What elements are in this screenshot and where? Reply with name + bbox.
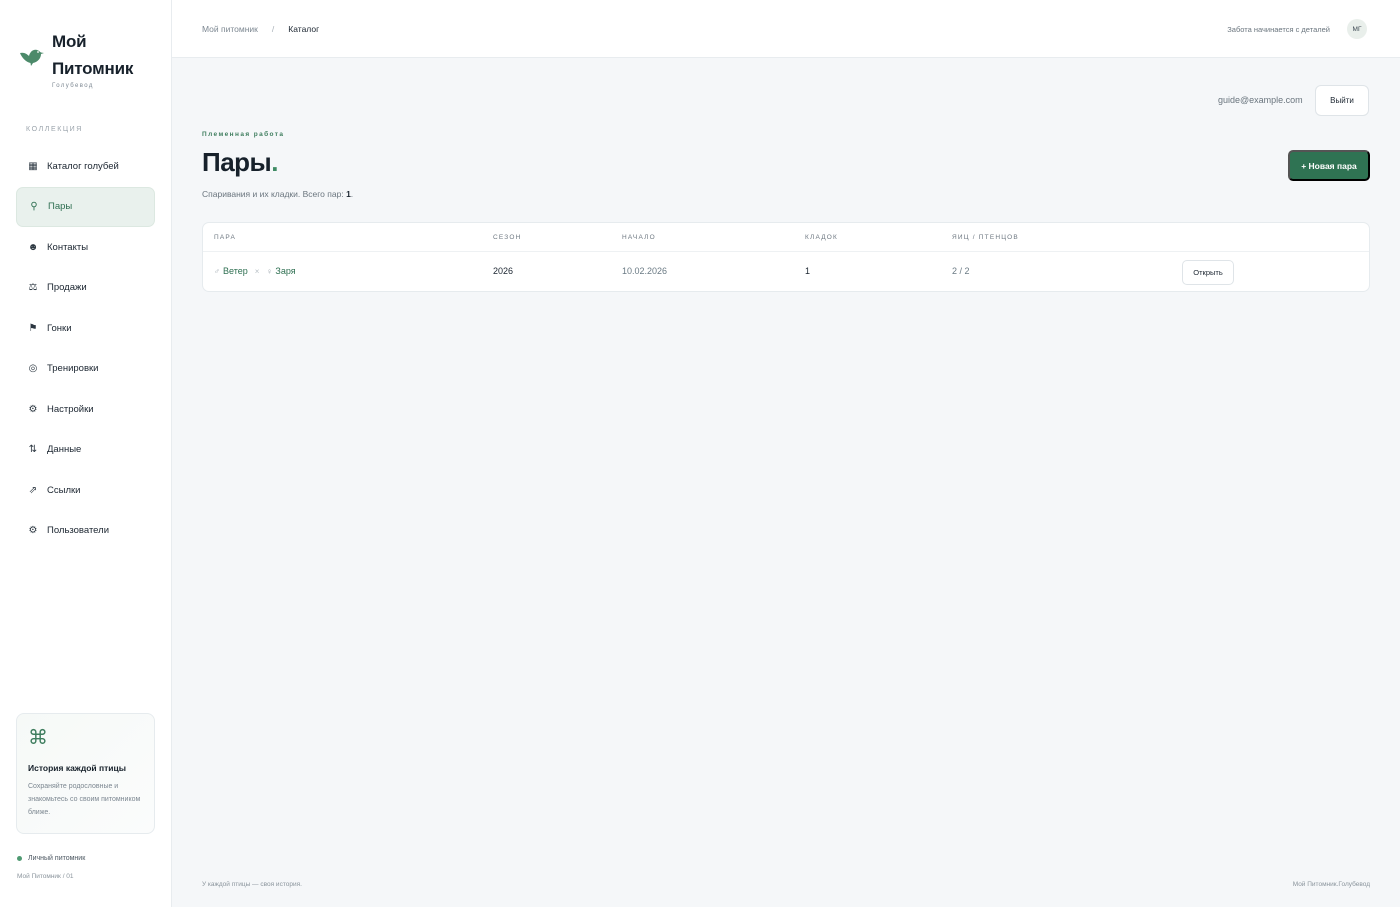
breadcrumb-separator: / xyxy=(271,24,275,34)
clutches-cell: 1 xyxy=(805,266,811,276)
breadcrumb: Мой питомник / Каталог xyxy=(202,24,319,34)
sidebar-item-label: Гонки xyxy=(47,322,72,334)
breadcrumb-home[interactable]: Мой питомник xyxy=(202,24,258,34)
column-header-pair[interactable]: ПАРА xyxy=(214,234,236,241)
page-title-dot: . xyxy=(271,147,278,177)
grid-icon: ▦ xyxy=(28,160,38,172)
status-label: Личный питомник xyxy=(28,855,86,862)
sidebar-nav: ▦ Каталог голубей ⚲ Пары ☻ Контакты ⚖ Пр… xyxy=(16,146,155,551)
avatar[interactable]: МГ xyxy=(1347,19,1367,39)
brand-subtitle: Голубевод xyxy=(52,83,94,89)
nursery-status: Личный питомник xyxy=(17,855,85,862)
sort-arrows-icon: ⇅ xyxy=(28,444,38,456)
gear-icon: ⚙ xyxy=(28,403,38,415)
subtitle-suffix: . xyxy=(350,189,354,199)
sidebar-item-pairs[interactable]: ⚲ Пары xyxy=(16,186,155,227)
sidebar-item-label: Продажи xyxy=(47,282,87,294)
page-eyebrow: Племенная работа xyxy=(202,131,285,138)
sidebar-item-users[interactable]: ⚙ Пользователи xyxy=(16,511,155,552)
pairs-table: ПАРА СЕЗОН НАЧАЛО КЛАДОК ЯИЦ / ПТЕНЦОВ ♂… xyxy=(202,222,1370,292)
page-title-text: Пары xyxy=(202,147,272,177)
pair-separator: × xyxy=(254,266,260,276)
brand-title-line1: Мой xyxy=(52,32,87,51)
open-pair-button[interactable]: Открыть xyxy=(1182,260,1234,285)
sidebar-item-links[interactable]: ⇗ Ссылки xyxy=(16,470,155,511)
page-title: Пары. xyxy=(202,147,278,178)
sidebar-item-sales[interactable]: ⚖ Продажи xyxy=(16,268,155,309)
brand-title-line2: Питомник xyxy=(52,59,134,78)
start-date-cell: 10.02.2026 xyxy=(622,266,668,276)
sidebar-item-label: Данные xyxy=(47,444,82,456)
promo-card: ⌘ История каждой птицы Сохраняйте родосл… xyxy=(16,713,155,834)
column-header-season[interactable]: СЕЗОН xyxy=(493,234,522,241)
scales-icon: ⚖ xyxy=(28,282,38,294)
sidebar-item-label: Тренировки xyxy=(47,363,99,375)
column-header-start[interactable]: НАЧАЛО xyxy=(622,234,656,241)
topbar: Мой питомник / Каталог Забота начинается… xyxy=(172,0,1400,58)
pin-icon: ⚲ xyxy=(30,201,38,213)
footer-left: У каждой птицы — своя история. xyxy=(202,881,302,888)
breadcrumb-current: Каталог xyxy=(288,24,320,34)
tagline: Забота начинается с деталей xyxy=(1227,25,1330,34)
male-name-link[interactable]: Ветер xyxy=(223,266,248,276)
status-dot-icon xyxy=(17,856,22,861)
target-icon: ◎ xyxy=(28,363,38,375)
sidebar-item-catalog[interactable]: ▦ Каталог голубей xyxy=(16,146,155,187)
promo-title: История каждой птицы xyxy=(28,763,127,773)
season-cell: 2026 xyxy=(493,266,514,276)
promo-text: Сохраняйте родословные и знакомьтесь со … xyxy=(28,783,141,816)
sidebar-item-label: Пользователи xyxy=(47,525,110,537)
version-label: Мой Питомник / 01 xyxy=(17,873,74,880)
female-name-link[interactable]: Заря xyxy=(275,266,295,276)
command-icon: ⌘ xyxy=(28,727,48,749)
table-header: ПАРА СЕЗОН НАЧАЛО КЛАДОК ЯИЦ / ПТЕНЦОВ xyxy=(203,223,1369,252)
sidebar-item-label: Каталог голубей xyxy=(47,160,119,172)
users-gear-icon: ⚙ xyxy=(28,525,38,537)
column-header-clutches[interactable]: КЛАДОК xyxy=(805,234,838,241)
flag-icon: ⚑ xyxy=(28,322,38,334)
sidebar-item-label: Ссылки xyxy=(47,484,81,496)
sidebar-item-races[interactable]: ⚑ Гонки xyxy=(16,308,155,349)
user-email: guide@example.com xyxy=(1218,95,1303,105)
eggs-chicks-cell: 2 / 2 xyxy=(952,266,970,276)
sidebar-item-contacts[interactable]: ☻ Контакты xyxy=(16,227,155,268)
female-icon: ♀ xyxy=(266,266,273,276)
sidebar-item-settings[interactable]: ⚙ Настройки xyxy=(16,389,155,430)
sidebar-item-label: Пары xyxy=(48,201,73,213)
contacts-icon: ☻ xyxy=(27,241,39,253)
sidebar-item-label: Контакты xyxy=(47,241,89,253)
column-header-eggs-chicks[interactable]: ЯИЦ / ПТЕНЦОВ xyxy=(952,234,1019,241)
link-arrow-icon: ⇗ xyxy=(28,484,38,496)
sidebar-item-label: Настройки xyxy=(47,403,94,415)
sidebar-section-label: КОЛЛЕКЦИЯ xyxy=(26,126,83,133)
new-pair-button[interactable]: + Новая пара xyxy=(1288,150,1370,181)
page-subtitle: Спаривания и их кладки. Всего пар: 1. xyxy=(202,189,353,199)
footer-right: Мой Питомник.Голубевод xyxy=(1292,881,1370,888)
sidebar: Мой Питомник Голубевод КОЛЛЕКЦИЯ ▦ Катал… xyxy=(0,0,172,907)
pair-cell: ♂ Ветер × ♀ Заря xyxy=(214,266,296,276)
sidebar-item-trainings[interactable]: ◎ Тренировки xyxy=(16,349,155,390)
male-icon: ♂ xyxy=(214,266,220,276)
pigeon-logo-icon xyxy=(20,49,44,66)
logout-button[interactable]: Выйти xyxy=(1315,85,1369,116)
subtitle-prefix: Спаривания и их кладки. Всего пар: xyxy=(202,189,347,199)
table-row[interactable]: ♂ Ветер × ♀ Заря 2026 10.02.2026 1 2 / 2… xyxy=(203,252,1369,292)
sidebar-item-data[interactable]: ⇅ Данные xyxy=(16,430,155,471)
